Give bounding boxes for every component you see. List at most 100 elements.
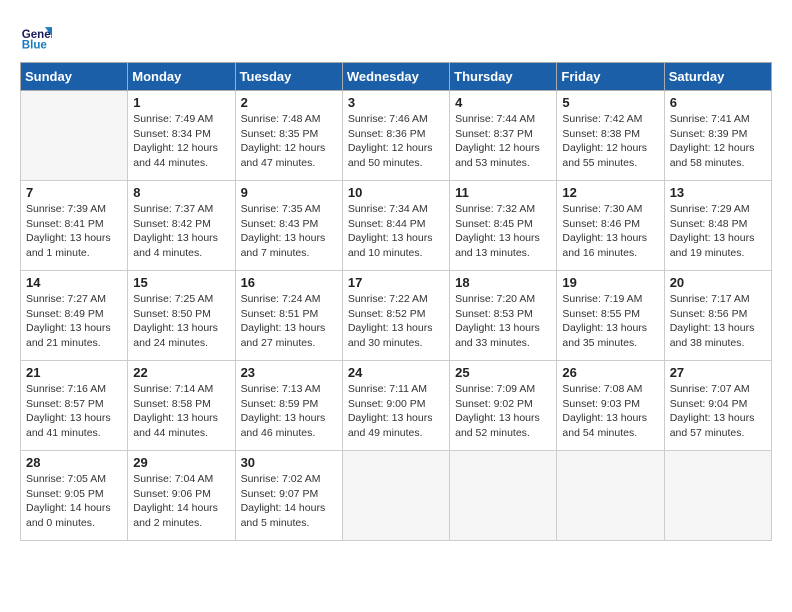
- day-info: Sunrise: 7:24 AM Sunset: 8:51 PM Dayligh…: [241, 292, 337, 351]
- day-info: Sunrise: 7:20 AM Sunset: 8:53 PM Dayligh…: [455, 292, 551, 351]
- calendar-cell: 4 Sunrise: 7:44 AM Sunset: 8:37 PM Daylig…: [450, 91, 557, 181]
- day-number: 22: [133, 365, 229, 380]
- calendar-header-row: SundayMondayTuesdayWednesdayThursdayFrid…: [21, 63, 772, 91]
- calendar-cell: 8 Sunrise: 7:37 AM Sunset: 8:42 PM Daylig…: [128, 181, 235, 271]
- day-info: Sunrise: 7:04 AM Sunset: 9:06 PM Dayligh…: [133, 472, 229, 531]
- header-friday: Friday: [557, 63, 664, 91]
- day-info: Sunrise: 7:35 AM Sunset: 8:43 PM Dayligh…: [241, 202, 337, 261]
- calendar-cell: 5Sunrise: 7:42 AM Sunset: 8:38 PM Daylig…: [557, 91, 664, 181]
- calendar-cell: [450, 451, 557, 541]
- day-number: 11: [455, 185, 551, 200]
- calendar-cell: 28 Sunrise: 7:05 AM Sunset: 9:05 PM Dayli…: [21, 451, 128, 541]
- calendar-week-3: 14 Sunrise: 7:27 AM Sunset: 8:49 PM Dayli…: [21, 271, 772, 361]
- header-saturday: Saturday: [664, 63, 771, 91]
- day-info: Sunrise: 7:13 AM Sunset: 8:59 PM Dayligh…: [241, 382, 337, 441]
- day-info: Sunrise: 7:30 AM Sunset: 8:46 PM Dayligh…: [562, 202, 658, 261]
- day-info: Sunrise: 7:46 AM Sunset: 8:36 PM Dayligh…: [348, 112, 444, 171]
- day-info: Sunrise: 7:14 AM Sunset: 8:58 PM Dayligh…: [133, 382, 229, 441]
- calendar-cell: 7 Sunrise: 7:39 AM Sunset: 8:41 PM Daylig…: [21, 181, 128, 271]
- calendar-cell: 3Sunrise: 7:46 AM Sunset: 8:36 PM Daylig…: [342, 91, 449, 181]
- logo-icon: General Blue: [20, 20, 52, 52]
- day-number: 7: [26, 185, 122, 200]
- day-number: 12: [562, 185, 658, 200]
- day-number: 26: [562, 365, 658, 380]
- day-number: 9: [241, 185, 337, 200]
- calendar-cell: 1 Sunrise: 7:49 AM Sunset: 8:34 PM Daylig…: [128, 91, 235, 181]
- day-number: 6: [670, 95, 766, 110]
- day-number: 30: [241, 455, 337, 470]
- calendar-cell: 12 Sunrise: 7:30 AM Sunset: 8:46 PM Dayli…: [557, 181, 664, 271]
- calendar-cell: 13Sunrise: 7:29 AM Sunset: 8:48 PM Dayli…: [664, 181, 771, 271]
- calendar-cell: 15 Sunrise: 7:25 AM Sunset: 8:50 PM Dayli…: [128, 271, 235, 361]
- calendar-cell: [342, 451, 449, 541]
- calendar-week-2: 7 Sunrise: 7:39 AM Sunset: 8:41 PM Daylig…: [21, 181, 772, 271]
- calendar-cell: 10 Sunrise: 7:34 AM Sunset: 8:44 PM Dayli…: [342, 181, 449, 271]
- calendar-cell: 14 Sunrise: 7:27 AM Sunset: 8:49 PM Dayli…: [21, 271, 128, 361]
- calendar-cell: [557, 451, 664, 541]
- day-info: Sunrise: 7:42 AM Sunset: 8:38 PM Dayligh…: [562, 112, 658, 171]
- day-info: Sunrise: 7:27 AM Sunset: 8:49 PM Dayligh…: [26, 292, 122, 351]
- day-number: 25: [455, 365, 551, 380]
- header-wednesday: Wednesday: [342, 63, 449, 91]
- day-number: 10: [348, 185, 444, 200]
- day-number: 8: [133, 185, 229, 200]
- day-number: 24: [348, 365, 444, 380]
- day-number: 20: [670, 275, 766, 290]
- day-info: Sunrise: 7:07 AM Sunset: 9:04 PM Dayligh…: [670, 382, 766, 441]
- page-header: General Blue: [20, 20, 772, 52]
- calendar-cell: 23 Sunrise: 7:13 AM Sunset: 8:59 PM Dayli…: [235, 361, 342, 451]
- day-info: Sunrise: 7:05 AM Sunset: 9:05 PM Dayligh…: [26, 472, 122, 531]
- header-thursday: Thursday: [450, 63, 557, 91]
- calendar-cell: [664, 451, 771, 541]
- day-number: 1: [133, 95, 229, 110]
- day-number: 19: [562, 275, 658, 290]
- calendar-cell: 17Sunrise: 7:22 AM Sunset: 8:52 PM Dayli…: [342, 271, 449, 361]
- day-number: 2: [241, 95, 337, 110]
- day-info: Sunrise: 7:25 AM Sunset: 8:50 PM Dayligh…: [133, 292, 229, 351]
- calendar-cell: 22 Sunrise: 7:14 AM Sunset: 8:58 PM Dayli…: [128, 361, 235, 451]
- day-info: Sunrise: 7:49 AM Sunset: 8:34 PM Dayligh…: [133, 112, 229, 171]
- day-info: Sunrise: 7:11 AM Sunset: 9:00 PM Dayligh…: [348, 382, 444, 441]
- day-number: 16: [241, 275, 337, 290]
- day-info: Sunrise: 7:08 AM Sunset: 9:03 PM Dayligh…: [562, 382, 658, 441]
- day-info: Sunrise: 7:29 AM Sunset: 8:48 PM Dayligh…: [670, 202, 766, 261]
- calendar-cell: 19 Sunrise: 7:19 AM Sunset: 8:55 PM Dayli…: [557, 271, 664, 361]
- day-info: Sunrise: 7:37 AM Sunset: 8:42 PM Dayligh…: [133, 202, 229, 261]
- day-number: 15: [133, 275, 229, 290]
- calendar-table: SundayMondayTuesdayWednesdayThursdayFrid…: [20, 62, 772, 541]
- day-number: 14: [26, 275, 122, 290]
- header-monday: Monday: [128, 63, 235, 91]
- calendar-cell: 26 Sunrise: 7:08 AM Sunset: 9:03 PM Dayli…: [557, 361, 664, 451]
- calendar-cell: 2Sunrise: 7:48 AM Sunset: 8:35 PM Daylig…: [235, 91, 342, 181]
- day-info: Sunrise: 7:09 AM Sunset: 9:02 PM Dayligh…: [455, 382, 551, 441]
- calendar-cell: 16 Sunrise: 7:24 AM Sunset: 8:51 PM Dayli…: [235, 271, 342, 361]
- day-number: 23: [241, 365, 337, 380]
- day-number: 28: [26, 455, 122, 470]
- calendar-week-5: 28 Sunrise: 7:05 AM Sunset: 9:05 PM Dayli…: [21, 451, 772, 541]
- day-number: 17: [348, 275, 444, 290]
- calendar-cell: 20Sunrise: 7:17 AM Sunset: 8:56 PM Dayli…: [664, 271, 771, 361]
- day-info: Sunrise: 7:32 AM Sunset: 8:45 PM Dayligh…: [455, 202, 551, 261]
- day-info: Sunrise: 7:16 AM Sunset: 8:57 PM Dayligh…: [26, 382, 122, 441]
- day-number: 27: [670, 365, 766, 380]
- calendar-cell: 25 Sunrise: 7:09 AM Sunset: 9:02 PM Dayli…: [450, 361, 557, 451]
- calendar-cell: 6 Sunrise: 7:41 AM Sunset: 8:39 PM Daylig…: [664, 91, 771, 181]
- calendar-cell: 9 Sunrise: 7:35 AM Sunset: 8:43 PM Daylig…: [235, 181, 342, 271]
- day-info: Sunrise: 7:39 AM Sunset: 8:41 PM Dayligh…: [26, 202, 122, 261]
- day-info: Sunrise: 7:41 AM Sunset: 8:39 PM Dayligh…: [670, 112, 766, 171]
- day-info: Sunrise: 7:44 AM Sunset: 8:37 PM Dayligh…: [455, 112, 551, 171]
- calendar-cell: 29 Sunrise: 7:04 AM Sunset: 9:06 PM Dayli…: [128, 451, 235, 541]
- svg-text:Blue: Blue: [22, 39, 48, 51]
- day-number: 29: [133, 455, 229, 470]
- day-number: 18: [455, 275, 551, 290]
- calendar-cell: 27 Sunrise: 7:07 AM Sunset: 9:04 PM Dayli…: [664, 361, 771, 451]
- day-info: Sunrise: 7:19 AM Sunset: 8:55 PM Dayligh…: [562, 292, 658, 351]
- day-number: 4: [455, 95, 551, 110]
- logo: General Blue: [20, 20, 56, 52]
- calendar-cell: 30Sunrise: 7:02 AM Sunset: 9:07 PM Dayli…: [235, 451, 342, 541]
- day-info: Sunrise: 7:34 AM Sunset: 8:44 PM Dayligh…: [348, 202, 444, 261]
- calendar-cell: 11 Sunrise: 7:32 AM Sunset: 8:45 PM Dayli…: [450, 181, 557, 271]
- calendar-week-1: 1 Sunrise: 7:49 AM Sunset: 8:34 PM Daylig…: [21, 91, 772, 181]
- day-number: 21: [26, 365, 122, 380]
- header-tuesday: Tuesday: [235, 63, 342, 91]
